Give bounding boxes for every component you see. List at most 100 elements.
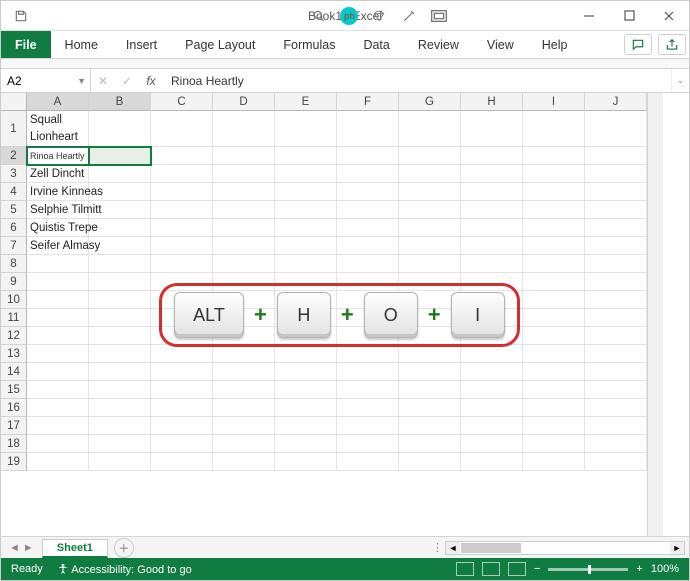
- cell-B6[interactable]: [89, 219, 151, 237]
- cell-B12[interactable]: [89, 327, 151, 345]
- row-header-2[interactable]: 2: [1, 147, 27, 165]
- cell-C15[interactable]: [151, 381, 213, 399]
- cell-F18[interactable]: [337, 435, 399, 453]
- cancel-edit-button[interactable]: ✕: [91, 74, 115, 88]
- cell-G17[interactable]: [399, 417, 461, 435]
- cell-F3[interactable]: [337, 165, 399, 183]
- cell-J4[interactable]: [585, 183, 647, 201]
- cell-C2[interactable]: [151, 147, 213, 165]
- cell-J10[interactable]: [585, 291, 647, 309]
- cell-G6[interactable]: [399, 219, 461, 237]
- cell-J13[interactable]: [585, 345, 647, 363]
- cell-E1[interactable]: [275, 111, 337, 147]
- cell-I11[interactable]: [523, 309, 585, 327]
- cell-G19[interactable]: [399, 453, 461, 471]
- cell-B8[interactable]: [89, 255, 151, 273]
- row-header-11[interactable]: 11: [1, 309, 27, 327]
- cell-I5[interactable]: [523, 201, 585, 219]
- cell-I12[interactable]: [523, 327, 585, 345]
- fx-button[interactable]: fx: [139, 74, 163, 88]
- row-header-8[interactable]: 8: [1, 255, 27, 273]
- cell-A5[interactable]: Selphie Tilmitt: [27, 201, 89, 219]
- cell-D5[interactable]: [213, 201, 275, 219]
- tab-help[interactable]: Help: [528, 31, 582, 58]
- cell-A18[interactable]: [27, 435, 89, 453]
- zoom-out-button[interactable]: −: [534, 563, 540, 575]
- cell-I17[interactable]: [523, 417, 585, 435]
- cell-H14[interactable]: [461, 363, 523, 381]
- cell-J14[interactable]: [585, 363, 647, 381]
- cell-J16[interactable]: [585, 399, 647, 417]
- cell-B9[interactable]: [89, 273, 151, 291]
- tab-formulas[interactable]: Formulas: [269, 31, 349, 58]
- cell-G1[interactable]: [399, 111, 461, 147]
- row-header-7[interactable]: 7: [1, 237, 27, 255]
- cell-F14[interactable]: [337, 363, 399, 381]
- cell-A6[interactable]: Quistis Trepe: [27, 219, 89, 237]
- cell-H3[interactable]: [461, 165, 523, 183]
- cell-I1[interactable]: [523, 111, 585, 147]
- cell-J3[interactable]: [585, 165, 647, 183]
- cell-C16[interactable]: [151, 399, 213, 417]
- cell-H19[interactable]: [461, 453, 523, 471]
- cell-B16[interactable]: [89, 399, 151, 417]
- cell-F6[interactable]: [337, 219, 399, 237]
- cell-E14[interactable]: [275, 363, 337, 381]
- cell-B17[interactable]: [89, 417, 151, 435]
- cell-F8[interactable]: [337, 255, 399, 273]
- row-header-5[interactable]: 5: [1, 201, 27, 219]
- cell-F19[interactable]: [337, 453, 399, 471]
- diamond-icon[interactable]: [370, 7, 388, 25]
- cell-J18[interactable]: [585, 435, 647, 453]
- cell-H2[interactable]: [461, 147, 523, 165]
- name-box[interactable]: A2 ▼: [1, 69, 91, 92]
- confirm-edit-button[interactable]: ✓: [115, 74, 139, 88]
- maximize-button[interactable]: [609, 1, 649, 31]
- cell-I8[interactable]: [523, 255, 585, 273]
- cell-J9[interactable]: [585, 273, 647, 291]
- column-header-G[interactable]: G: [399, 93, 461, 111]
- row-header-17[interactable]: 17: [1, 417, 27, 435]
- cell-D17[interactable]: [213, 417, 275, 435]
- cell-H5[interactable]: [461, 201, 523, 219]
- cell-C19[interactable]: [151, 453, 213, 471]
- cell-A17[interactable]: [27, 417, 89, 435]
- row-header-6[interactable]: 6: [1, 219, 27, 237]
- scroll-thumb[interactable]: [461, 543, 521, 553]
- cell-D14[interactable]: [213, 363, 275, 381]
- cell-G14[interactable]: [399, 363, 461, 381]
- cell-H16[interactable]: [461, 399, 523, 417]
- cell-H13[interactable]: [461, 345, 523, 363]
- cell-D2[interactable]: [213, 147, 275, 165]
- cell-I3[interactable]: [523, 165, 585, 183]
- cell-H4[interactable]: [461, 183, 523, 201]
- cell-I9[interactable]: [523, 273, 585, 291]
- row-header-16[interactable]: 16: [1, 399, 27, 417]
- row-header-9[interactable]: 9: [1, 273, 27, 291]
- column-header-H[interactable]: H: [461, 93, 523, 111]
- cell-A11[interactable]: [27, 309, 89, 327]
- cell-I14[interactable]: [523, 363, 585, 381]
- cell-J15[interactable]: [585, 381, 647, 399]
- cell-H6[interactable]: [461, 219, 523, 237]
- accessibility-status[interactable]: Accessibility: Good to go: [57, 563, 192, 576]
- row-header-15[interactable]: 15: [1, 381, 27, 399]
- cell-B19[interactable]: [89, 453, 151, 471]
- cell-A3[interactable]: Zell Dincht: [27, 165, 89, 183]
- cell-J11[interactable]: [585, 309, 647, 327]
- cell-J7[interactable]: [585, 237, 647, 255]
- cell-F1[interactable]: [337, 111, 399, 147]
- cell-A12[interactable]: [27, 327, 89, 345]
- cell-I2[interactable]: [523, 147, 585, 165]
- zoom-level[interactable]: 100%: [651, 563, 679, 575]
- cell-F4[interactable]: [337, 183, 399, 201]
- cell-I4[interactable]: [523, 183, 585, 201]
- cell-H17[interactable]: [461, 417, 523, 435]
- cell-J2[interactable]: [585, 147, 647, 165]
- cell-I6[interactable]: [523, 219, 585, 237]
- wand-icon[interactable]: [400, 7, 418, 25]
- cell-E3[interactable]: [275, 165, 337, 183]
- autosave-icon[interactable]: [1, 9, 41, 23]
- cell-B2[interactable]: [89, 147, 151, 165]
- cell-E2[interactable]: [275, 147, 337, 165]
